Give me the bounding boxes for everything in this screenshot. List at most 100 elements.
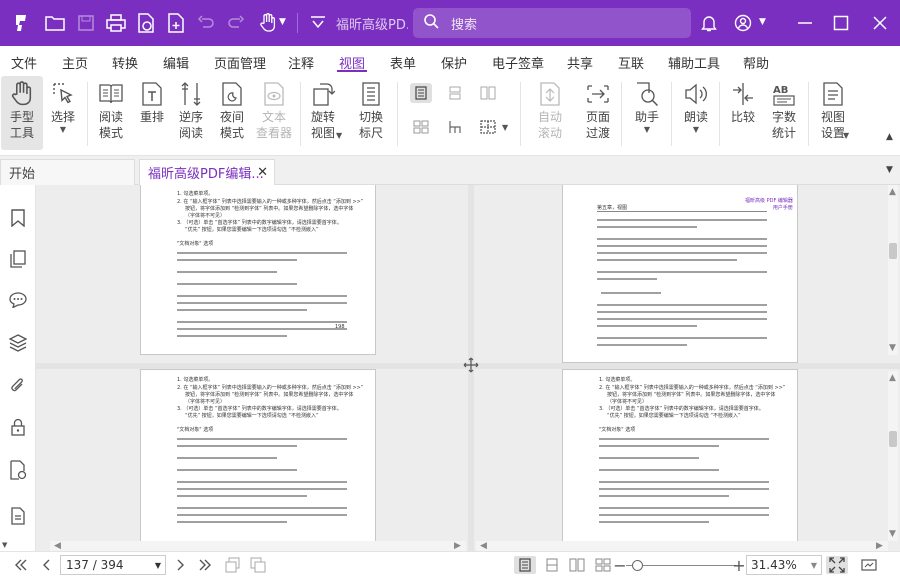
assistant-button[interactable]: 助手 ▼ — [626, 76, 668, 150]
tab-list-dropdown-icon[interactable]: ▼ — [886, 165, 893, 175]
read-mode-button[interactable]: 阅读 模式 — [90, 76, 132, 150]
signature-file-icon[interactable] — [8, 459, 28, 481]
reflow-button[interactable]: 重排 — [131, 76, 173, 150]
menu-page-manage[interactable]: 页面管理 — [214, 53, 266, 72]
next-view-icon[interactable] — [249, 556, 267, 574]
print-icon[interactable] — [101, 8, 131, 38]
scroll-left-icon[interactable]: ◀ — [54, 541, 61, 551]
page-dropdown-icon[interactable]: ▼ — [155, 561, 161, 570]
zoom-dropdown-icon[interactable]: ▼ — [811, 561, 817, 570]
menu-help[interactable]: 帮助 — [743, 53, 769, 72]
undo-icon[interactable] — [191, 8, 221, 38]
user-icon[interactable] — [728, 8, 758, 38]
tab-document[interactable]: 福昕高级PDF编辑... ✕ — [139, 159, 275, 185]
menu-comment[interactable]: 注释 — [288, 53, 314, 72]
scroll-down-icon[interactable]: ▼ — [889, 529, 896, 539]
right-pane-top-scrollbar[interactable] — [888, 185, 898, 355]
menu-esign[interactable]: 电子签章 — [492, 53, 544, 72]
continuous-facing-icon[interactable] — [410, 117, 432, 137]
menu-form[interactable]: 表单 — [390, 53, 416, 72]
rotate-view-button[interactable]: 旋转 视图 ▼ — [302, 76, 344, 150]
new-file-icon[interactable] — [161, 8, 191, 38]
first-page-icon[interactable] — [12, 556, 30, 574]
maximize-icon[interactable] — [826, 8, 856, 38]
attachment-icon[interactable] — [8, 375, 28, 397]
logo-icon[interactable] — [6, 8, 36, 38]
file-convert-icon[interactable] — [131, 8, 161, 38]
hand-tool-button[interactable]: 手型 工具 — [1, 76, 43, 150]
user-dropdown-icon[interactable]: ▼ — [759, 17, 766, 27]
menu-home[interactable]: 主页 — [62, 53, 88, 72]
search-box[interactable]: 搜索 — [413, 8, 691, 38]
previous-view-icon[interactable] — [224, 556, 242, 574]
layers-icon[interactable] — [8, 332, 28, 354]
left-pane-hscroll[interactable] — [50, 541, 466, 551]
menu-connect[interactable]: 互联 — [618, 53, 644, 72]
compare-button[interactable]: 比较 — [722, 76, 764, 150]
right-pane-hscroll[interactable] — [476, 541, 888, 551]
split-move-icon[interactable] — [463, 357, 479, 373]
scroll-down-icon[interactable]: ▼ — [889, 343, 896, 353]
continuous-facing-view-icon[interactable] — [592, 556, 614, 574]
menu-edit[interactable]: 编辑 — [163, 53, 189, 72]
security-lock-icon[interactable] — [8, 416, 28, 438]
scrollbar-thumb[interactable] — [889, 243, 897, 259]
comment-icon[interactable] — [8, 289, 28, 311]
minimize-icon[interactable] — [790, 8, 820, 38]
zoom-level-input[interactable]: 31.43% ▼ — [746, 555, 822, 575]
split-view-icon[interactable] — [477, 117, 499, 137]
word-count-button[interactable]: AB 字数 统计 — [763, 76, 805, 150]
page-number-input[interactable]: 137 / 394 ▼ — [60, 555, 166, 575]
single-page-icon[interactable] — [410, 83, 432, 103]
scroll-left-icon[interactable]: ◀ — [480, 541, 487, 551]
scroll-up-icon[interactable]: ▲ — [889, 187, 896, 197]
zoom-in-icon[interactable]: + — [732, 556, 746, 575]
zoom-out-icon[interactable]: − — [613, 556, 627, 575]
scroll-right-icon[interactable]: ▶ — [454, 541, 461, 551]
scrollbar-thumb[interactable] — [889, 431, 897, 447]
night-mode-button[interactable]: 夜间 模式 — [211, 76, 253, 150]
sidebar-scroll-down-icon[interactable]: ▼ — [2, 541, 7, 549]
bookmark-icon[interactable] — [8, 207, 28, 229]
select-button[interactable]: 选择 ▼ — [42, 76, 84, 150]
bell-icon[interactable] — [694, 8, 724, 38]
ribbon-collapse-icon[interactable]: ▲ — [886, 132, 893, 142]
previous-page-icon[interactable] — [38, 556, 56, 574]
document-view[interactable]: 1. 勾选菜单项。 2. 在 “输入框字体” 列表中选择需要输入的一种或多种字体… — [36, 185, 900, 551]
pages-thumbnail-icon[interactable] — [8, 248, 28, 270]
customize-dropdown-icon[interactable] — [303, 8, 333, 38]
toggle-ruler-button[interactable]: 切换 标尺 — [350, 76, 392, 150]
menu-convert[interactable]: 转换 — [112, 53, 138, 72]
read-aloud-button[interactable]: 朗读 ▼ — [675, 76, 717, 150]
fit-page-icon[interactable] — [826, 556, 848, 574]
continuous-view-icon[interactable] — [541, 556, 563, 574]
save-icon[interactable] — [71, 8, 101, 38]
scroll-up-icon[interactable]: ▲ — [889, 373, 896, 383]
continuous-page-icon[interactable] — [444, 83, 466, 103]
facing-page-icon[interactable] — [477, 83, 499, 103]
text-viewer-button[interactable]: 文本 查看器 — [250, 76, 298, 150]
facing-view-icon[interactable] — [566, 556, 588, 574]
single-page-view-icon[interactable] — [514, 556, 536, 574]
reverse-read-button[interactable]: 逆序 阅读 — [170, 76, 212, 150]
zoom-slider-knob[interactable] — [632, 560, 643, 571]
redo-icon[interactable] — [221, 8, 251, 38]
menu-accessibility[interactable]: 辅助工具 — [668, 53, 720, 72]
close-icon[interactable] — [865, 8, 895, 38]
tab-close-icon[interactable]: ✕ — [257, 165, 268, 180]
page-transition-button[interactable]: 页面 过渡 — [577, 76, 619, 150]
dropdown-icon[interactable]: ▼ — [279, 17, 286, 27]
open-folder-icon[interactable] — [40, 8, 70, 38]
menu-protect[interactable]: 保护 — [441, 53, 467, 72]
scroll-right-icon[interactable]: ▶ — [876, 541, 883, 551]
right-pane-bottom-scrollbar[interactable] — [888, 371, 898, 541]
menu-file[interactable]: 文件 — [11, 53, 37, 72]
content-file-icon[interactable] — [8, 505, 28, 527]
tab-start[interactable]: 开始 — [0, 159, 135, 185]
view-settings-button[interactable]: 视图 设置 ▼ — [812, 76, 854, 150]
auto-scroll-button[interactable]: 自动 滚动 — [529, 76, 571, 150]
screen-capture-icon[interactable] — [860, 556, 882, 574]
next-page-icon[interactable] — [171, 556, 189, 574]
cover-page-icon[interactable] — [444, 117, 466, 137]
menu-share[interactable]: 共享 — [567, 53, 593, 72]
